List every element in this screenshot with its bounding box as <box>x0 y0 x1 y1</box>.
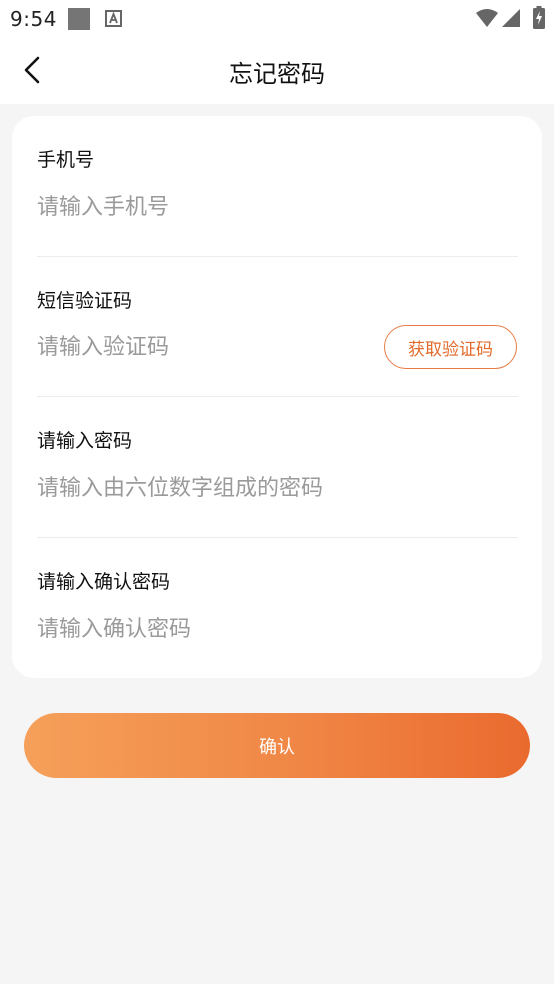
confirm-password-label: 请输入确认密码 <box>37 571 171 593</box>
phone-input[interactable] <box>37 190 357 224</box>
nav-bar: 忘记密码 <box>0 38 554 104</box>
keyboard-a-icon <box>105 10 122 27</box>
sms-code-label: 短信验证码 <box>37 290 133 312</box>
password-label: 请输入密码 <box>37 430 133 452</box>
divider <box>37 256 518 257</box>
wifi-icon <box>476 9 498 27</box>
get-code-button[interactable]: 获取验证码 <box>384 325 517 369</box>
divider <box>37 537 518 538</box>
battery-charging-icon <box>533 6 545 29</box>
divider <box>37 396 518 397</box>
form-card: 手机号 短信验证码 获取验证码 请输入密码 请输入确认密码 <box>12 116 542 678</box>
password-input[interactable] <box>37 471 497 505</box>
sms-code-input[interactable] <box>37 330 357 364</box>
confirm-password-input[interactable] <box>37 612 357 646</box>
status-bar: 9:54 <box>0 0 554 38</box>
page-title: 忘记密码 <box>229 60 325 88</box>
phone-label: 手机号 <box>37 149 95 171</box>
status-time: 9:54 <box>10 7 57 31</box>
confirm-button[interactable]: 确认 <box>24 713 530 778</box>
signal-icon <box>502 9 520 27</box>
notification-square-icon <box>68 8 90 30</box>
